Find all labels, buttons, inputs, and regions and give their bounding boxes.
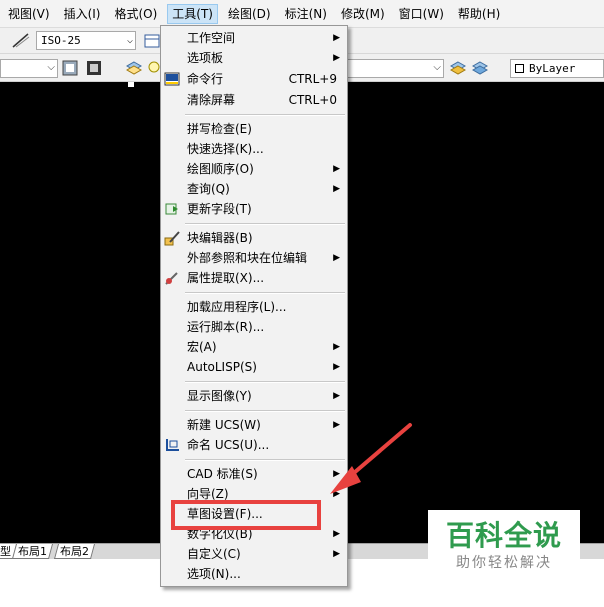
chevron-down-icon: ⌵ (126, 35, 133, 46)
linetype-value: ByLayer (529, 62, 576, 75)
watermark-subtitle: 助你轻松解决 (456, 555, 552, 571)
menu-item-customize[interactable]: 自定义(C) ▶ (161, 544, 347, 564)
highlight-box (171, 500, 321, 530)
dimension-style-combo[interactable]: ISO-25 ⌵ (36, 31, 136, 50)
submenu-arrow-icon: ▶ (333, 33, 340, 43)
tab-layout2[interactable]: 布局2 (53, 544, 96, 559)
menu-help[interactable]: 帮助(H) (454, 4, 504, 24)
menu-separator (185, 381, 345, 383)
block-editor-icon (164, 231, 180, 246)
submenu-arrow-icon: ▶ (333, 549, 340, 559)
menu-item-options[interactable]: 选项(N)... (161, 564, 347, 584)
watermark-title: 百科全说 (445, 519, 562, 552)
linetype-combo[interactable]: ByLayer (510, 59, 604, 78)
menu-modify[interactable]: 修改(M) (337, 4, 389, 24)
color-swatch (515, 64, 524, 73)
menu-item-block-editor[interactable]: 块编辑器(B) (161, 228, 347, 248)
menu-item-new-ucs[interactable]: 新建 UCS(W) ▶ (161, 415, 347, 435)
update-field-icon (165, 203, 178, 215)
watermark: 百科全说 助你轻松解决 (428, 510, 580, 582)
menu-separator (185, 114, 345, 116)
layer-state-icon[interactable] (86, 60, 102, 76)
submenu-arrow-icon: ▶ (333, 342, 340, 352)
submenu-arrow-icon: ▶ (333, 184, 340, 194)
menu-item-display-image[interactable]: 显示图像(Y) ▶ (161, 386, 347, 406)
table-style-icon[interactable] (144, 33, 160, 49)
submenu-arrow-icon: ▶ (333, 469, 340, 479)
menu-item-macro[interactable]: 宏(A) ▶ (161, 337, 347, 357)
submenu-arrow-icon: ▶ (333, 53, 340, 63)
layers-icon[interactable] (126, 60, 142, 76)
dimension-style-value: ISO-25 (41, 34, 81, 47)
menu-item-clean-screen[interactable]: 清除屏幕 CTRL+0 (161, 90, 347, 110)
layer-combo[interactable]: ⌵ (0, 59, 58, 78)
menu-item-named-ucs[interactable]: 命名 UCS(U)... (161, 435, 347, 455)
menu-item-spelling[interactable]: 拼写检查(E) (161, 119, 347, 139)
menu-item-load-application[interactable]: 加载应用程序(L)... (161, 297, 347, 317)
submenu-arrow-icon: ▶ (333, 164, 340, 174)
menu-item-command-line[interactable]: 命令行 CTRL+9 (161, 69, 347, 89)
menu-item-autolisp[interactable]: AutoLISP(S) ▶ (161, 357, 347, 377)
attribute-extract-icon (165, 272, 178, 285)
tab-layout1[interactable]: 布局1 (11, 544, 54, 559)
menu-bar: 视图(V) 插入(I) 格式(O) 工具(T) 绘图(D) 标注(N) 修改(M… (0, 0, 604, 28)
menu-format[interactable]: 格式(O) (110, 4, 161, 24)
menu-separator (185, 459, 345, 461)
menu-draw[interactable]: 绘图(D) (224, 4, 275, 24)
menu-separator (185, 223, 345, 225)
layer-list-combo[interactable]: ⌵ (346, 59, 444, 78)
chevron-down-icon: ⌵ (433, 62, 441, 73)
menu-window[interactable]: 窗口(W) (395, 4, 448, 24)
menu-view[interactable]: 视图(V) (4, 4, 54, 24)
submenu-arrow-icon: ▶ (333, 362, 340, 372)
menu-dimension[interactable]: 标注(N) (281, 4, 331, 24)
submenu-arrow-icon: ▶ (333, 420, 340, 430)
cursor-marker (128, 82, 134, 87)
menu-item-workspaces[interactable]: 工作空间 ▶ (161, 28, 347, 48)
layer-walk-icon[interactable] (472, 60, 488, 76)
menu-item-attribute-extraction[interactable]: 属性提取(X)... (161, 268, 347, 288)
submenu-arrow-icon: ▶ (333, 489, 340, 499)
submenu-arrow-icon: ▶ (333, 391, 340, 401)
menu-item-xref-in-place[interactable]: 外部参照和块在位编辑 ▶ (161, 248, 347, 268)
menu-item-update-fields[interactable]: 更新字段(T) (161, 199, 347, 219)
menu-separator (185, 410, 345, 412)
menu-item-palettes[interactable]: 选项板 ▶ (161, 48, 347, 68)
menu-item-run-script[interactable]: 运行脚本(R)... (161, 317, 347, 337)
named-ucs-icon (166, 439, 179, 451)
menu-item-draw-order[interactable]: 绘图顺序(O) ▶ (161, 159, 347, 179)
menu-item-cad-standards[interactable]: CAD 标准(S) ▶ (161, 464, 347, 484)
layer-previous-icon[interactable] (62, 60, 78, 76)
menu-tools[interactable]: 工具(T) (167, 3, 218, 24)
menu-item-inquiry[interactable]: 查询(Q) ▶ (161, 179, 347, 199)
submenu-arrow-icon: ▶ (333, 253, 340, 263)
menu-item-quick-select[interactable]: 快速选择(K)... (161, 139, 347, 159)
menu-separator (185, 292, 345, 294)
chevron-down-icon: ⌵ (47, 62, 55, 73)
command-line-icon (164, 72, 180, 86)
submenu-arrow-icon: ▶ (333, 529, 340, 539)
menu-insert[interactable]: 插入(I) (60, 4, 105, 24)
dimension-style-icon[interactable] (12, 32, 30, 48)
make-current-layer-icon[interactable] (450, 60, 466, 76)
